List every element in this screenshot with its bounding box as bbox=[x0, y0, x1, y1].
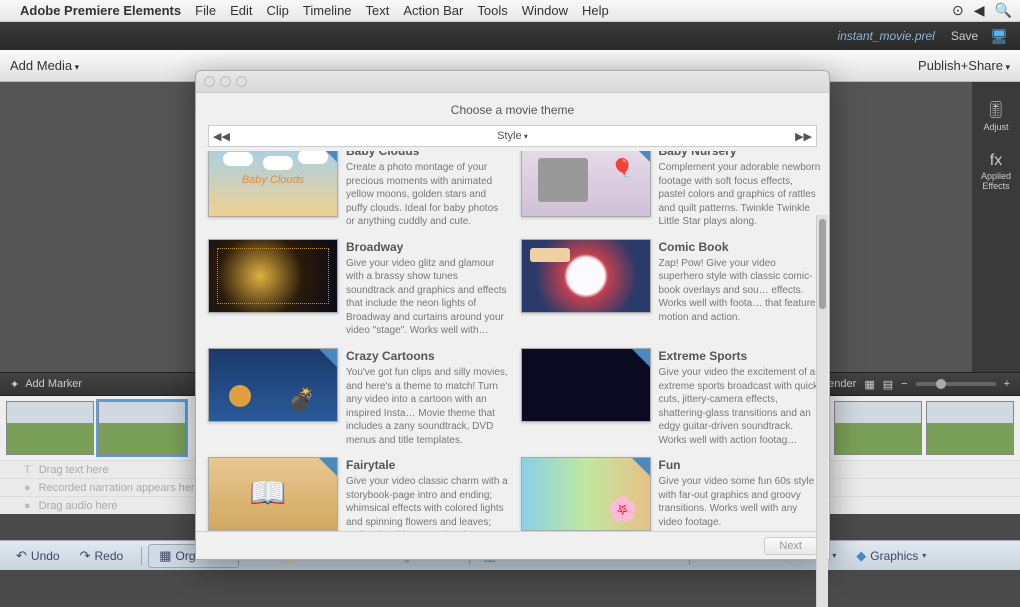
theme-title: Fairytale bbox=[346, 457, 509, 473]
next-button[interactable]: Next bbox=[764, 537, 817, 555]
undo-icon: ↶ bbox=[16, 548, 27, 564]
theme-title: Baby Clouds bbox=[346, 151, 509, 159]
prev-arrow-icon[interactable]: ◀◀ bbox=[213, 130, 230, 143]
effects-panel-button[interactable]: fx Applied Effects bbox=[972, 152, 1020, 192]
new-badge-icon bbox=[632, 349, 650, 367]
fx-icon: fx bbox=[990, 152, 1002, 170]
dialog-title: Choose a movie theme bbox=[196, 93, 829, 125]
volume-icon[interactable]: ◀ bbox=[974, 2, 985, 19]
view-icon-2[interactable]: ▤ bbox=[883, 378, 893, 391]
close-icon[interactable] bbox=[204, 76, 215, 87]
next-arrow-icon[interactable]: ▶▶ bbox=[795, 130, 812, 143]
app-name[interactable]: Adobe Premiere Elements bbox=[20, 3, 181, 18]
project-name: instant_movie.prel bbox=[837, 29, 934, 43]
theme-desc: Zap! Pow! Give your video superhero styl… bbox=[659, 257, 822, 325]
fullscreen-icon[interactable]: 🖥 bbox=[990, 28, 1008, 45]
menubar-right: ⊙ ◀ 🔍 bbox=[952, 2, 1012, 19]
new-badge-icon bbox=[632, 458, 650, 476]
theme-thumb: Baby Clouds bbox=[208, 151, 338, 217]
theme-card-extreme-sports[interactable]: Extreme Sports Give your video the excite… bbox=[521, 348, 822, 447]
theme-desc: Give your video the excitement of an ext… bbox=[659, 366, 822, 447]
publish-share-button[interactable]: Publish+Share bbox=[918, 58, 1010, 73]
dialog-filter-bar: ◀◀ Style ▶▶ bbox=[208, 125, 817, 147]
movie-theme-dialog: Choose a movie theme ◀◀ Style ▶▶ Baby Cl… bbox=[195, 70, 830, 560]
theme-title: Comic Book bbox=[659, 239, 822, 255]
dialog-scrollbar[interactable] bbox=[816, 215, 828, 607]
theme-thumb bbox=[521, 457, 651, 531]
app-titlebar: instant_movie.prel Save 🖥 bbox=[0, 22, 1020, 50]
theme-desc: You've got fun clips and silly movies, a… bbox=[346, 366, 509, 447]
grid-icon: ▦ bbox=[159, 548, 171, 564]
effects-label: Applied Effects bbox=[972, 172, 1020, 192]
theme-card-fairytale[interactable]: Fairytale Give your video classic charm w… bbox=[208, 457, 509, 531]
clip-thumb[interactable] bbox=[834, 401, 922, 455]
theme-desc: Give your video some fun 60s style with … bbox=[659, 475, 822, 529]
redo-icon: ↷ bbox=[80, 548, 91, 564]
undo-button[interactable]: ↶Undo bbox=[8, 545, 68, 567]
menu-tools[interactable]: Tools bbox=[477, 3, 507, 18]
theme-desc: Give your video glitz and glamour with a… bbox=[346, 257, 509, 338]
adjust-label: Adjust bbox=[983, 122, 1008, 132]
zoom-out-icon[interactable]: − bbox=[901, 378, 907, 390]
theme-title: Extreme Sports bbox=[659, 348, 822, 364]
new-badge-icon bbox=[319, 458, 337, 476]
theme-thumb bbox=[208, 239, 338, 313]
menu-edit[interactable]: Edit bbox=[230, 3, 252, 18]
theme-title: Crazy Cartoons bbox=[346, 348, 509, 364]
menu-clip[interactable]: Clip bbox=[266, 3, 288, 18]
menu-window[interactable]: Window bbox=[522, 3, 568, 18]
theme-title: Baby Nursery bbox=[659, 151, 822, 159]
graphics-button[interactable]: ◆Graphics▾ bbox=[848, 545, 934, 567]
clip-thumb[interactable] bbox=[98, 401, 186, 455]
new-badge-icon bbox=[632, 151, 650, 162]
view-icon-1[interactable]: ▦ bbox=[864, 378, 874, 391]
side-panel: 🎚 Adjust fx Applied Effects bbox=[972, 82, 1020, 372]
theme-thumb bbox=[521, 348, 651, 422]
graphics-icon: ◆ bbox=[856, 548, 866, 564]
theme-thumb bbox=[208, 457, 338, 531]
theme-thumb bbox=[521, 239, 651, 313]
theme-desc: Complement your adorable newborn footage… bbox=[659, 161, 822, 229]
zoom-icon[interactable] bbox=[236, 76, 247, 87]
theme-desc: Create a photo montage of your precious … bbox=[346, 161, 509, 229]
zoom-in-icon[interactable]: + bbox=[1004, 378, 1010, 390]
redo-button[interactable]: ↷Redo bbox=[72, 545, 132, 567]
theme-card-fun[interactable]: Fun Give your video some fun 60s style wi… bbox=[521, 457, 822, 531]
save-button[interactable]: Save bbox=[951, 29, 978, 43]
add-marker-button[interactable]: Add Marker bbox=[25, 378, 82, 390]
mac-menubar: Adobe Premiere Elements File Edit Clip T… bbox=[0, 0, 1020, 22]
dialog-footer: Next bbox=[196, 531, 829, 559]
theme-card-broadway[interactable]: Broadway Give your video glitz and glamou… bbox=[208, 239, 509, 338]
clip-thumb[interactable] bbox=[926, 401, 1014, 455]
theme-title: Broadway bbox=[346, 239, 509, 255]
theme-card-crazy-cartoons[interactable]: Crazy Cartoons You've got fun clips and s… bbox=[208, 348, 509, 447]
menu-action-bar[interactable]: Action Bar bbox=[403, 3, 463, 18]
menu-help[interactable]: Help bbox=[582, 3, 609, 18]
menu-timeline[interactable]: Timeline bbox=[303, 3, 352, 18]
theme-thumb bbox=[521, 151, 651, 217]
dialog-titlebar[interactable] bbox=[196, 71, 829, 93]
sliders-icon: 🎚 bbox=[986, 100, 1006, 120]
theme-card-comic-book[interactable]: Comic Book Zap! Pow! Give your video supe… bbox=[521, 239, 822, 338]
spotlight-icon[interactable]: 🔍 bbox=[995, 2, 1012, 19]
dialog-body[interactable]: Baby Clouds Baby CloudsCreate a photo mo… bbox=[196, 151, 829, 531]
theme-card-baby-nursery[interactable]: Baby Nursery Complement your adorable new… bbox=[521, 151, 822, 229]
minimize-icon[interactable] bbox=[220, 76, 231, 87]
plus-icon: ✦ bbox=[10, 378, 19, 391]
add-media-button[interactable]: Add Media bbox=[10, 58, 79, 73]
theme-title: Fun bbox=[659, 457, 822, 473]
new-badge-icon bbox=[319, 349, 337, 367]
new-badge-icon bbox=[319, 151, 337, 162]
menu-text[interactable]: Text bbox=[366, 3, 390, 18]
wifi-icon[interactable]: ⊙ bbox=[952, 2, 964, 19]
zoom-slider[interactable] bbox=[916, 382, 996, 386]
theme-thumb bbox=[208, 348, 338, 422]
adjust-panel-button[interactable]: 🎚 Adjust bbox=[983, 100, 1008, 132]
menu-file[interactable]: File bbox=[195, 3, 216, 18]
theme-card-baby-clouds[interactable]: Baby Clouds Baby CloudsCreate a photo mo… bbox=[208, 151, 509, 229]
theme-desc: Give your video classic charm with a sto… bbox=[346, 475, 509, 531]
clip-thumb[interactable] bbox=[6, 401, 94, 455]
style-dropdown[interactable]: Style bbox=[497, 130, 528, 142]
